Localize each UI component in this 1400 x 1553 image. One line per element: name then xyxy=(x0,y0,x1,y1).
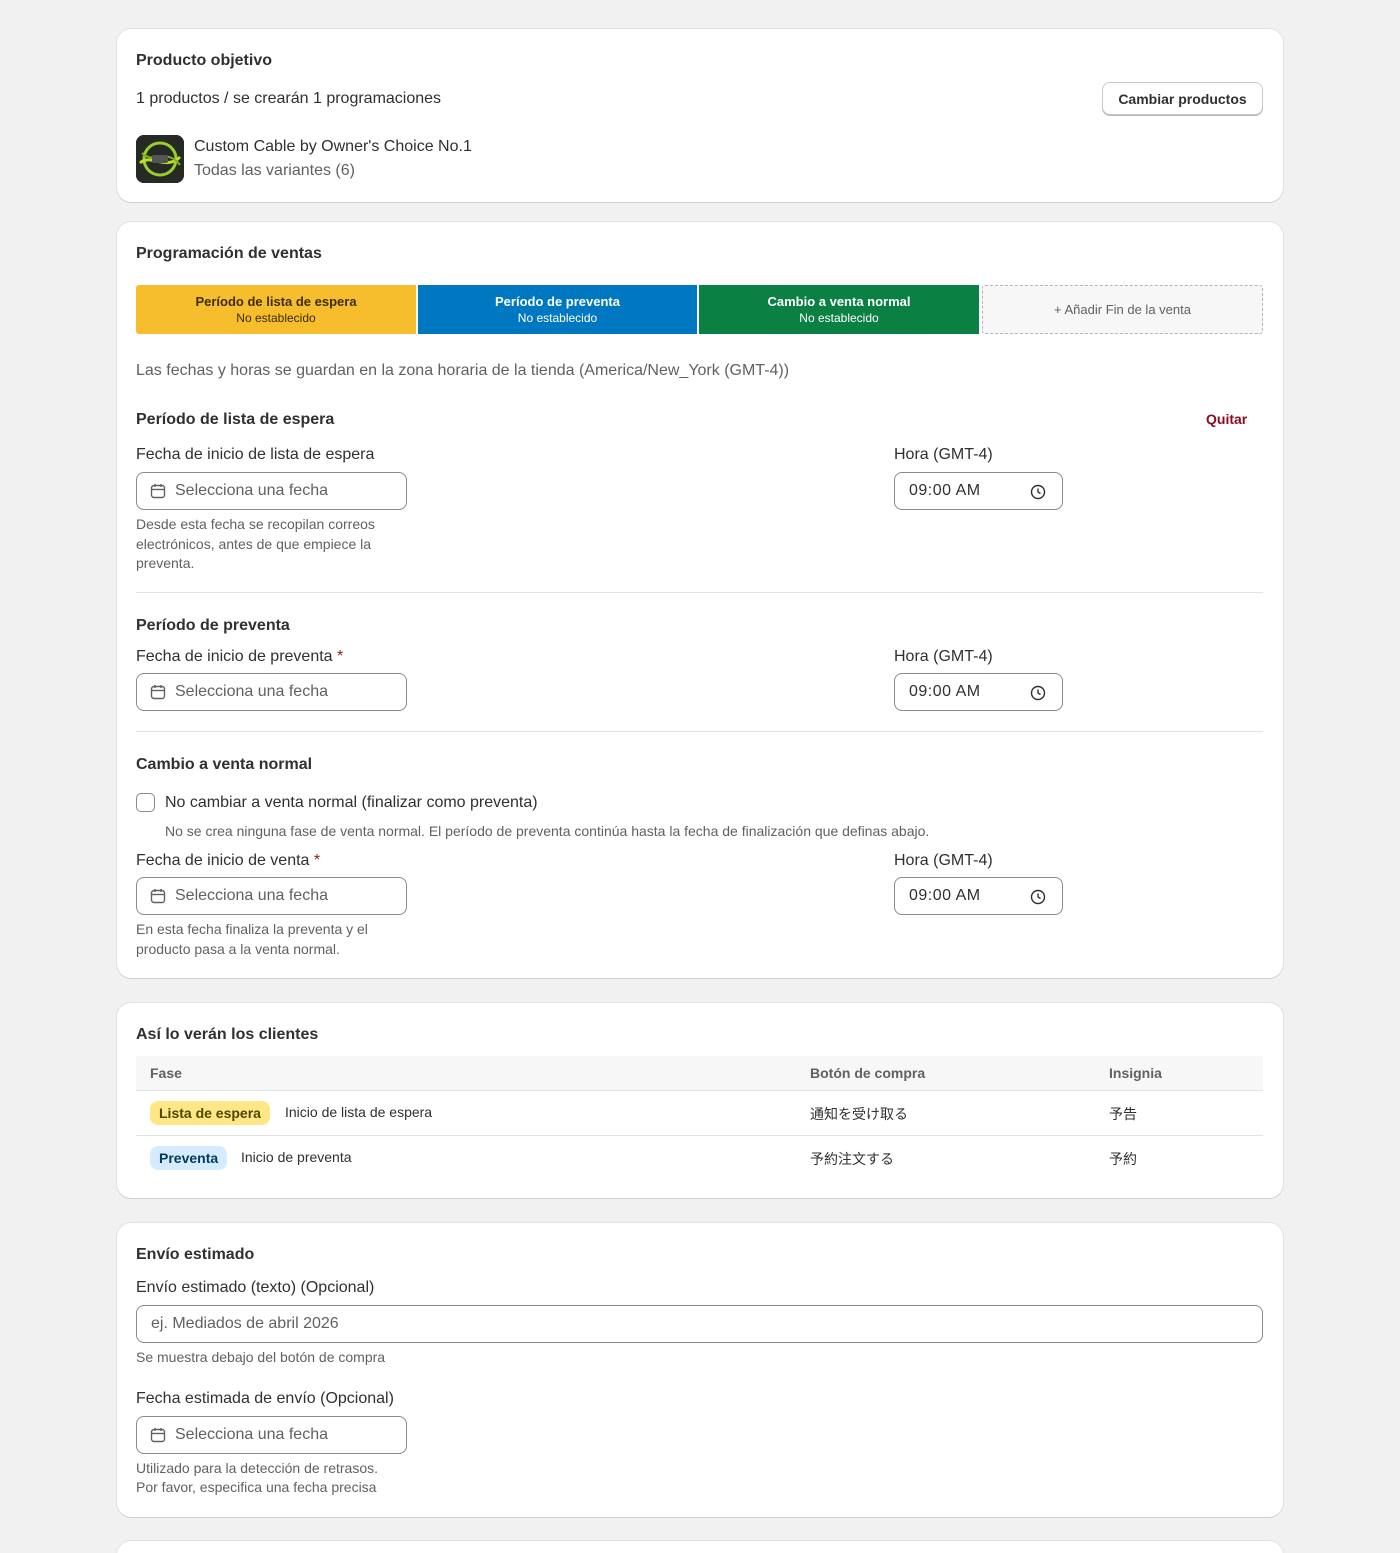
calendar-icon xyxy=(150,1428,166,1443)
product-variants: Todas las variantes (6) xyxy=(194,162,355,179)
timeline-segment-title: Cambio a venta normal xyxy=(767,294,911,309)
normal-sale-heading: Cambio a venta normal xyxy=(136,756,313,773)
preorder-date-placeholder: Selecciona una fecha xyxy=(175,683,328,700)
table-row: Preventa Inicio de preventa 予約注文する 予約 xyxy=(136,1136,1263,1181)
waitlist-time-label: Hora (GMT-4) xyxy=(894,446,993,463)
column-insignia: Insignia xyxy=(1109,1065,1162,1081)
section-divider xyxy=(136,731,1263,732)
shipping-date-label: Fecha estimada de envío (Opcional) xyxy=(136,1390,394,1407)
waitlist-date-label: Fecha de inicio de lista de espera xyxy=(136,446,375,463)
sale-time-input[interactable]: 09:00 AM xyxy=(894,877,1063,915)
shipping-text-input[interactable]: ej. Mediados de abril 2026 xyxy=(136,1305,1263,1343)
required-mark: * xyxy=(313,852,321,869)
shipping-text-placeholder: ej. Mediados de abril 2026 xyxy=(151,1315,339,1332)
shipping-text-label: Envío estimado (texto) (Opcional) xyxy=(136,1279,375,1296)
table-row: Lista de espera Inicio de lista de esper… xyxy=(136,1091,1263,1136)
preorder-time-value: 09:00 AM xyxy=(909,683,981,700)
buy-button-text: 通知を受け取る xyxy=(810,1106,908,1122)
shipping-date-picker[interactable]: Selecciona una fecha xyxy=(136,1416,407,1454)
waitlist-heading: Período de lista de espera xyxy=(136,411,335,428)
phase-badge-waitlist: Lista de espera xyxy=(150,1101,270,1125)
clock-icon xyxy=(1030,685,1046,701)
sales-schedule-card: Programación de ventas Período de lista … xyxy=(117,222,1283,978)
calendar-icon xyxy=(150,685,166,700)
remove-waitlist-link[interactable]: Quitar xyxy=(1206,411,1247,427)
timeline-segment-status: No establecido xyxy=(236,311,316,325)
sale-date-picker[interactable]: Selecciona una fecha xyxy=(136,877,407,915)
timeline-segment-normal-sale[interactable]: Cambio a venta normal No establecido xyxy=(699,285,979,334)
insignia-text: 予告 xyxy=(1109,1106,1137,1122)
clock-icon xyxy=(1030,889,1046,905)
column-phase: Fase xyxy=(150,1065,182,1081)
column-buy-button: Botón de compra xyxy=(810,1065,926,1081)
estimated-shipping-title: Envío estimado xyxy=(136,1246,255,1263)
product-schedule-summary: 1 productos / se crearán 1 programacione… xyxy=(136,90,442,107)
preorder-date-label: Fecha de inicio de preventa * xyxy=(136,648,343,666)
customer-preview-card: Así lo verán los clientes Fase Botón de … xyxy=(117,1003,1283,1198)
shipping-text-help: Se muestra debajo del botón de compra xyxy=(136,1349,386,1365)
section-divider xyxy=(136,592,1263,593)
waitlist-time-input[interactable]: 09:00 AM xyxy=(894,472,1063,510)
required-mark: * xyxy=(337,648,344,665)
sale-time-label: Hora (GMT-4) xyxy=(894,852,993,869)
timeline-segment-title: Período de lista de espera xyxy=(195,294,357,309)
shipping-date-placeholder: Selecciona una fecha xyxy=(175,1426,328,1443)
phase-badge-preorder: Preventa xyxy=(150,1146,228,1170)
timezone-note: Las fechas y horas se guardan en la zona… xyxy=(136,362,790,379)
no-normal-sale-checkbox[interactable] xyxy=(136,793,155,812)
shipping-date-help-1: Utilizado para la detección de retrasos. xyxy=(136,1460,379,1476)
preorder-heading: Período de preventa xyxy=(136,617,290,634)
timeline-segment-status: No establecido xyxy=(517,311,598,325)
target-product-card: Producto objetivo 1 productos / se crear… xyxy=(117,29,1283,202)
product-name: Custom Cable by Owner's Choice No.1 xyxy=(194,138,472,155)
add-sale-end-button[interactable]: + Añadir Fin de la venta xyxy=(982,285,1263,334)
shipping-date-help-2: Por favor, especifica una fecha precisa xyxy=(136,1479,377,1495)
preorder-date-picker[interactable]: Selecciona una fecha xyxy=(136,673,407,711)
calendar-icon xyxy=(150,484,166,499)
preorder-time-label: Hora (GMT-4) xyxy=(894,648,993,665)
preorder-date-label-text: Fecha de inicio de preventa xyxy=(136,648,333,665)
phase-name: Inicio de lista de espera xyxy=(285,1104,433,1120)
estimated-shipping-card: Envío estimado Envío estimado (texto) (O… xyxy=(117,1223,1283,1517)
timeline-segment-status: No establecido xyxy=(799,311,879,325)
next-card xyxy=(117,1541,1283,1553)
product-thumbnail xyxy=(136,135,184,183)
no-normal-sale-checkbox-label[interactable]: No cambiar a venta normal (finalizar com… xyxy=(165,794,538,812)
buy-button-text: 予約注文する xyxy=(810,1151,894,1167)
phase-name: Inicio de preventa xyxy=(241,1149,352,1165)
sale-date-placeholder: Selecciona una fecha xyxy=(175,887,328,904)
sale-date-help: En esta fecha finaliza la preventa y el … xyxy=(136,921,368,957)
timeline-segment-title: Período de preventa xyxy=(495,294,620,309)
waitlist-time-value: 09:00 AM xyxy=(909,482,981,499)
waitlist-date-picker[interactable]: Selecciona una fecha xyxy=(136,472,407,510)
timeline-segment-waitlist[interactable]: Período de lista de espera No establecid… xyxy=(136,285,416,334)
sale-time-value: 09:00 AM xyxy=(909,887,981,904)
sale-date-label-text: Fecha de inicio de venta xyxy=(136,852,310,869)
clock-icon xyxy=(1030,484,1046,500)
preview-table-header: Fase Botón de compra Insignia xyxy=(136,1056,1263,1091)
calendar-icon xyxy=(150,889,166,904)
waitlist-date-help: Desde esta fecha se recopilan correos el… xyxy=(136,516,375,571)
preorder-time-input[interactable]: 09:00 AM xyxy=(894,673,1063,711)
sale-date-label: Fecha de inicio de venta * xyxy=(136,852,320,870)
timeline-segment-preorder[interactable]: Período de preventa No establecido xyxy=(418,285,697,334)
insignia-text: 予約 xyxy=(1109,1151,1137,1167)
waitlist-date-placeholder: Selecciona una fecha xyxy=(175,482,328,499)
sales-schedule-title: Programación de ventas xyxy=(136,245,322,262)
no-normal-sale-help: No se crea ninguna fase de venta normal.… xyxy=(165,823,930,839)
customer-preview-title: Así lo verán los clientes xyxy=(136,1026,319,1043)
target-product-title: Producto objetivo xyxy=(136,52,272,69)
change-products-button[interactable]: Cambiar productos xyxy=(1102,82,1263,115)
